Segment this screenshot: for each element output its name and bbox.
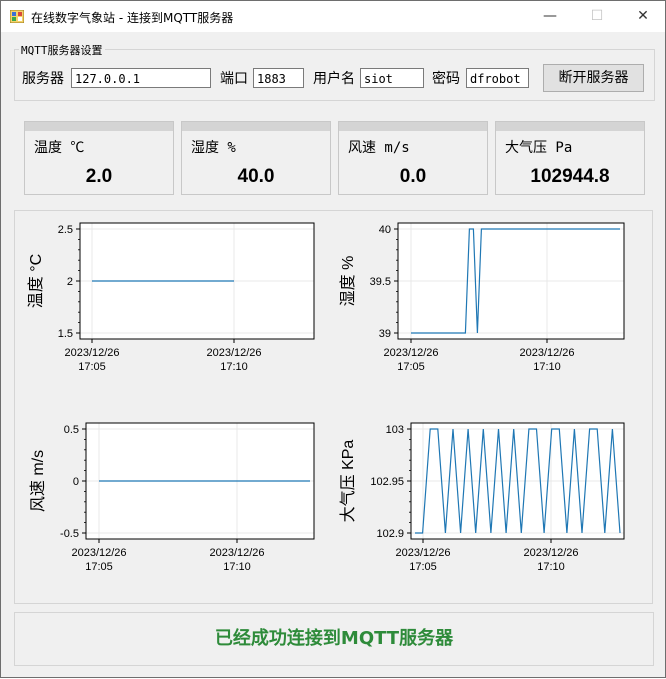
app-window: 在线数字气象站 - 连接到MQTT服务器 — ☐ ✕ MQTT服务器设置 服务器… [0,0,666,678]
y-axis-label: 大气压 KPa [339,440,357,523]
x-tick-label: 17:05 [409,561,437,573]
connection-status: 已经成功连接到MQTT服务器 [14,612,654,666]
y-tick-label: 102.9 [376,528,404,540]
x-tick-label: 17:10 [537,561,565,573]
y-tick-label: 102.95 [370,476,404,488]
y-tick-label: 103 [386,424,404,436]
x-tick-label: 2023/12/26 [523,547,578,559]
pressure-chart: 103 102.95 102.9 2023/12/26 17:05 2023/12/26 1… [339,422,625,573]
x-tick-label: 2023/12/26 [395,547,450,559]
